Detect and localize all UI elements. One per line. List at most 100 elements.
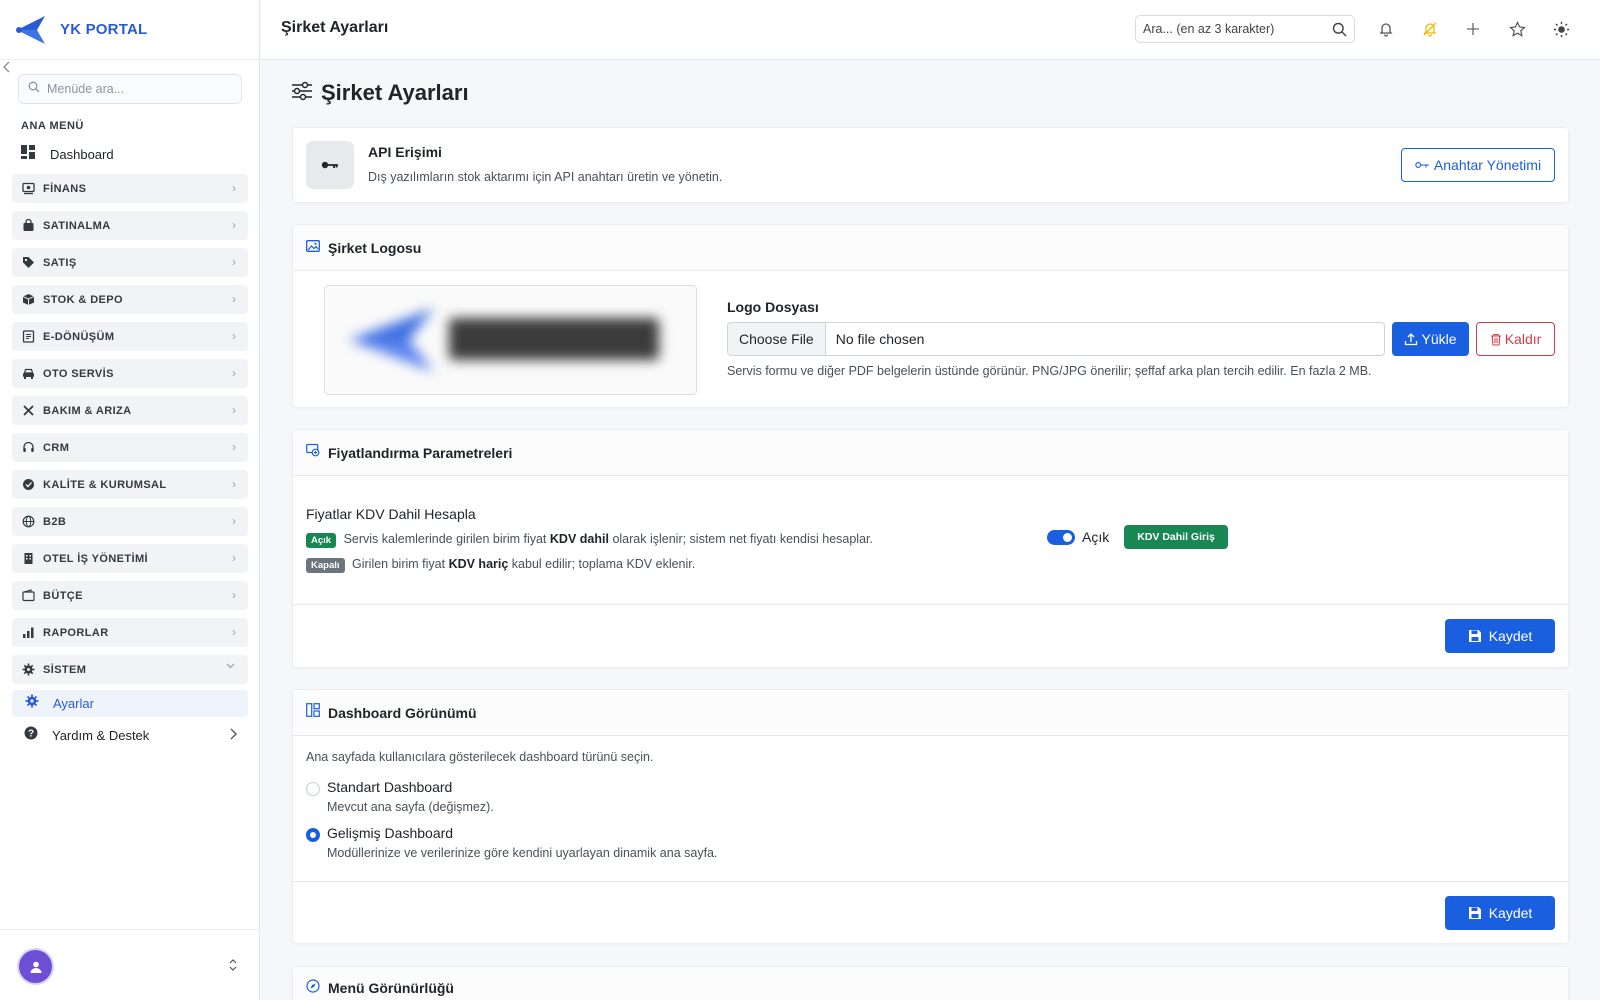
brand[interactable]: YK PORTAL bbox=[0, 0, 259, 60]
nav-group-stok-depo[interactable]: STOK & DEPO › bbox=[12, 285, 248, 314]
tag-icon bbox=[21, 256, 35, 270]
key-icon bbox=[321, 161, 338, 169]
off-text-part: kabul edilir; toplama KDV eklenir. bbox=[511, 557, 696, 571]
nav-group-crm[interactable]: CRM › bbox=[12, 433, 248, 462]
card-footer: Kaydet bbox=[293, 881, 1568, 944]
card-footer: Kaydet bbox=[293, 604, 1568, 668]
logo-preview bbox=[324, 285, 697, 395]
chevron-right-icon: › bbox=[232, 514, 236, 528]
nav-group-label: B2B bbox=[43, 515, 67, 528]
kdv-included-toggle[interactable] bbox=[1047, 529, 1075, 545]
chevron-right-icon: › bbox=[232, 403, 236, 417]
setting-title: Fiyatlar KDV Dahil Hesapla bbox=[306, 506, 476, 522]
nav-group-e-donusum[interactable]: E-DÖNÜŞÜM › bbox=[12, 322, 248, 351]
wallet-icon bbox=[21, 589, 35, 603]
plus-icon[interactable] bbox=[1463, 19, 1483, 39]
nav-group-oto-servis[interactable]: OTO SERVİS › bbox=[12, 359, 248, 388]
save-label: Kaydet bbox=[1488, 628, 1533, 644]
upload-button[interactable]: Yükle bbox=[1392, 322, 1469, 356]
svg-text:?: ? bbox=[28, 728, 34, 739]
save-icon bbox=[1468, 907, 1481, 919]
sidebar-item-ayarlar[interactable]: Ayarlar bbox=[12, 690, 248, 717]
document-icon bbox=[21, 330, 35, 344]
sidebar-item-label: Ayarlar bbox=[53, 696, 94, 711]
chevron-right-icon: › bbox=[232, 625, 236, 639]
nav-group-b2b[interactable]: B2B › bbox=[12, 507, 248, 536]
sun-icon[interactable] bbox=[1551, 19, 1571, 39]
search-icon[interactable] bbox=[1332, 22, 1347, 42]
key-management-label: Anahtar Yönetimi bbox=[1433, 157, 1542, 173]
price-settings-icon bbox=[306, 443, 320, 462]
save-label: Kaydet bbox=[1488, 905, 1533, 921]
kdv-state-badge: KDV Dahil Giriş bbox=[1124, 525, 1228, 549]
radio-standard[interactable] bbox=[306, 782, 320, 796]
nav-group-label: OTEL İŞ YÖNETİMİ bbox=[43, 552, 149, 565]
option-hint: Mevcut ana sayfa (değişmez). bbox=[327, 800, 494, 814]
chevron-right-icon: › bbox=[232, 255, 236, 269]
option-label: Gelişmiş Dashboard bbox=[327, 825, 454, 841]
file-status: No file chosen bbox=[835, 331, 925, 347]
nav-group-label: SATINALMA bbox=[43, 219, 111, 232]
tools-icon bbox=[21, 404, 35, 418]
star-icon[interactable] bbox=[1507, 19, 1527, 39]
search-icon bbox=[28, 80, 40, 98]
nav-group-label: KALİTE & KURUMSAL bbox=[43, 478, 167, 491]
image-icon bbox=[306, 239, 320, 257]
nav-group-satinalma[interactable]: SATINALMA › bbox=[12, 211, 248, 240]
headset-icon bbox=[21, 441, 35, 455]
nav-group-raporlar[interactable]: RAPORLAR › bbox=[12, 618, 248, 647]
chevron-updown-icon[interactable] bbox=[228, 958, 238, 973]
save-icon bbox=[1468, 630, 1481, 642]
page-title: Şirket Ayarları bbox=[281, 19, 389, 36]
upload-icon bbox=[1405, 333, 1418, 346]
finance-icon bbox=[21, 182, 35, 196]
chevron-right-icon: › bbox=[232, 329, 236, 343]
avatar[interactable] bbox=[19, 950, 52, 983]
menu-search-input[interactable] bbox=[47, 82, 227, 96]
key-management-button[interactable]: Anahtar Yönetimi bbox=[1401, 148, 1555, 182]
card-title: Şirket Logosu bbox=[328, 239, 422, 256]
globe-icon bbox=[21, 515, 35, 529]
badge-check-icon bbox=[21, 478, 35, 492]
bell-icon[interactable] bbox=[1376, 19, 1396, 39]
chevron-right-icon: › bbox=[232, 218, 236, 232]
on-text-part: Servis kalemlerinde girilen birim fiyat bbox=[343, 532, 547, 546]
menu-search[interactable] bbox=[18, 74, 242, 104]
collapse-sidebar-icon[interactable] bbox=[0, 61, 14, 78]
sidebar-item-help[interactable]: ? Yardım & Destek bbox=[24, 723, 238, 747]
save-button[interactable]: Kaydet bbox=[1445, 896, 1555, 930]
sidebar-item-dashboard[interactable]: Dashboard bbox=[20, 142, 114, 166]
global-search[interactable] bbox=[1135, 15, 1355, 43]
nav-group-list: FİNANS › SATINALMA › SATIŞ › STOK & DEPO… bbox=[12, 174, 248, 692]
nav-group-finans[interactable]: FİNANS › bbox=[12, 174, 248, 203]
nav-group-label: BÜTÇE bbox=[43, 589, 83, 602]
save-button[interactable]: Kaydet bbox=[1445, 619, 1555, 653]
chevron-right-icon: › bbox=[232, 440, 236, 454]
bar-chart-icon bbox=[21, 626, 35, 640]
option-hint: Modüllerinize ve verilerinize göre kendi… bbox=[327, 846, 718, 860]
nav-group-label: RAPORLAR bbox=[43, 626, 109, 639]
bag-icon bbox=[21, 219, 35, 233]
file-input[interactable]: Choose File No file chosen bbox=[727, 322, 1385, 356]
nav-group-butce[interactable]: BÜTÇE › bbox=[12, 581, 248, 610]
nav-group-sistem[interactable]: SİSTEM bbox=[12, 655, 248, 684]
nav-group-bakim-ariza[interactable]: BAKIM & ARIZA › bbox=[12, 396, 248, 425]
nav-group-otel[interactable]: OTEL İŞ YÖNETİMİ › bbox=[12, 544, 248, 573]
sidebar-item-label: Dashboard bbox=[50, 146, 114, 162]
choose-file-button[interactable]: Choose File bbox=[728, 323, 826, 355]
nav-group-kalite-kurumsal[interactable]: KALİTE & KURUMSAL › bbox=[12, 470, 248, 499]
sliders-icon bbox=[291, 81, 313, 106]
global-search-input[interactable] bbox=[1143, 22, 1323, 36]
bell-slash-icon[interactable] bbox=[1420, 19, 1440, 39]
nav-group-satis[interactable]: SATIŞ › bbox=[12, 248, 248, 277]
dashboard-option-advanced[interactable]: Gelişmiş Dashboard Modüllerinize ve veri… bbox=[306, 824, 906, 864]
logo-help-text: Servis formu ve diğer PDF belgelerin üst… bbox=[727, 364, 1372, 378]
chevron-down-icon bbox=[225, 660, 236, 674]
dashboard-view-card: Dashboard Görünümü Ana sayfada kullanıcı… bbox=[292, 689, 1569, 944]
brand-logo bbox=[15, 13, 49, 47]
chevron-right-icon: › bbox=[232, 477, 236, 491]
dashboard-option-standard[interactable]: Standart Dashboard Mevcut ana sayfa (değ… bbox=[306, 778, 906, 818]
sidebar-footer bbox=[0, 929, 260, 1000]
radio-advanced[interactable] bbox=[306, 828, 320, 842]
remove-button[interactable]: Kaldır bbox=[1476, 322, 1555, 356]
